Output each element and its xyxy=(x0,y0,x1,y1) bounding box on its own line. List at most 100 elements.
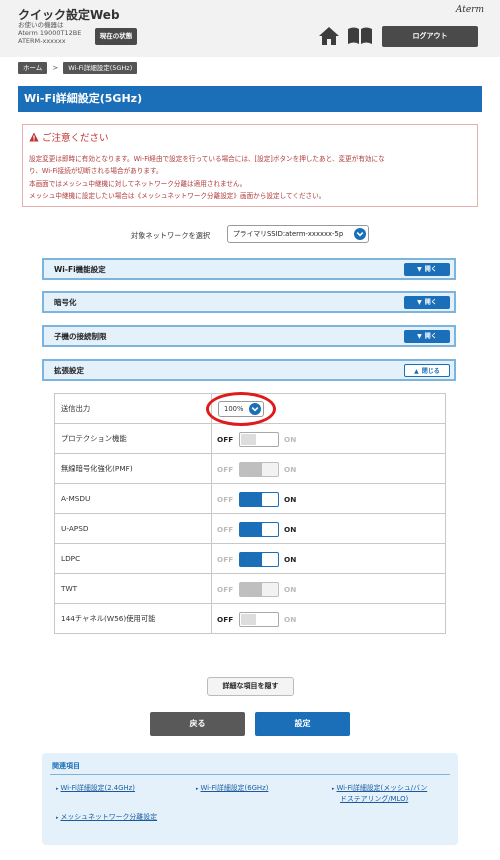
channel-144-switch[interactable]: OFF ON xyxy=(217,611,296,627)
button-label: 閉じる xyxy=(421,368,440,375)
switch-track[interactable] xyxy=(239,611,279,627)
amsdu-switch[interactable]: OFF ON xyxy=(217,491,296,507)
ldpc-switch[interactable]: OFF ON xyxy=(217,551,296,567)
switch-track[interactable] xyxy=(239,431,279,447)
section-label: 暗号化 xyxy=(54,298,77,307)
link-label: メッシュネットワーク分離設定 xyxy=(60,813,157,821)
bullet-icon: ▸ xyxy=(332,786,335,792)
button-label: 開く xyxy=(424,266,437,273)
book-icon[interactable] xyxy=(347,27,373,45)
twt-switch: OFF ON xyxy=(217,581,296,597)
setting-value: OFF ON xyxy=(211,603,446,634)
section-open-button[interactable]: ▼ 開く xyxy=(404,330,450,343)
bullet-icon: ▸ xyxy=(196,786,199,792)
highlight-ring xyxy=(206,392,276,426)
pmf-switch: OFF ON xyxy=(217,461,296,477)
caution-title: ご注意ください xyxy=(42,133,109,144)
switch-knob xyxy=(262,552,278,566)
table-row: 無線暗号化強化(PMF) OFF ON xyxy=(54,453,446,484)
aterm-logo: Aterm xyxy=(455,5,484,15)
chevron-down-icon xyxy=(354,228,366,240)
related-title: 関連項目 xyxy=(52,762,80,770)
link-wifi-24ghz[interactable]: ▸ Wi-Fi詳細設定(2.4GHz) xyxy=(56,783,135,794)
switch-knob xyxy=(241,433,256,445)
switch-off-label: OFF xyxy=(217,614,234,624)
switch-on-label: ON xyxy=(284,614,297,624)
setting-label: プロテクション機能 xyxy=(54,423,212,454)
link-wifi-6ghz[interactable]: ▸ Wi-Fi詳細設定(6GHz) xyxy=(196,783,268,794)
section-advanced[interactable]: 拡張設定 ▲ 閉じる xyxy=(42,359,456,381)
section-label: 子機の接続制限 xyxy=(54,332,107,341)
hide-details-button[interactable]: 詳細な項目を隠す xyxy=(207,677,294,696)
switch-on-label: ON xyxy=(284,464,297,474)
section-close-button[interactable]: ▲ 閉じる xyxy=(404,364,450,377)
setting-value: OFF ON xyxy=(211,513,446,544)
switch-on-label: ON xyxy=(284,524,297,534)
switch-off-label: OFF xyxy=(217,584,234,594)
logout-button[interactable]: ログアウト xyxy=(382,26,478,47)
section-open-button[interactable]: ▼ 開く xyxy=(404,296,450,309)
chevron-down-icon: ▼ xyxy=(417,299,422,306)
related-links-panel: 関連項目 ▸ Wi-Fi詳細設定(2.4GHz) ▸ Wi-Fi詳細設定(6GHz)… xyxy=(42,753,458,845)
setting-label: 送信出力 xyxy=(54,393,212,424)
link-wifi-mesh[interactable]: ▸ Wi-Fi詳細設定(メッシュ/バン ドステアリング/MLO) xyxy=(332,783,427,804)
breadcrumb-separator: > xyxy=(52,64,59,72)
top-header: クイック設定Web お使いの機器は Aterm 19000T12BE ATERM… xyxy=(0,0,500,57)
link-label: Wi-Fi詳細設定(メッシュ/バン xyxy=(336,784,428,792)
button-label: 開く xyxy=(424,333,437,340)
device-caption: お使いの機器は xyxy=(18,21,64,29)
advanced-settings-table: 送信出力 100% プロテクション機能 OFF ON 無線暗号化強化(PMF) … xyxy=(54,392,446,634)
caution-line: メッシュ中継機に設定したい場合は《メッシュネットワーク分離設定》画面から設定して… xyxy=(29,192,326,200)
switch-off-label: OFF xyxy=(217,434,234,444)
switch-on-label: ON xyxy=(284,494,297,504)
switch-on-label: ON xyxy=(284,434,297,444)
switch-track[interactable] xyxy=(239,521,279,537)
bullet-icon: ▸ xyxy=(56,815,59,821)
section-connection-limit[interactable]: 子機の接続制限 ▼ 開く xyxy=(42,325,456,347)
switch-on-label: ON xyxy=(284,554,297,564)
setting-value: 100% xyxy=(206,392,446,426)
caution-heading: ご注意ください xyxy=(29,130,109,144)
current-status-button[interactable]: 現在の状態 xyxy=(95,28,137,45)
home-icon[interactable] xyxy=(318,26,340,46)
link-label: Wi-Fi詳細設定(2.4GHz) xyxy=(60,784,135,792)
switch-track[interactable] xyxy=(239,491,279,507)
breadcrumb: ホーム > Wi-Fi詳細設定(5GHz) xyxy=(18,62,138,74)
switch-track[interactable] xyxy=(239,551,279,567)
link-mesh-isolation[interactable]: ▸ メッシュネットワーク分離設定 xyxy=(56,812,157,823)
link-label: ドステアリング/MLO) xyxy=(340,795,409,803)
switch-off-label: OFF xyxy=(217,464,234,474)
setting-value: OFF ON xyxy=(211,543,446,574)
table-row: U-APSD OFF ON xyxy=(54,513,446,544)
section-label: 拡張設定 xyxy=(54,366,84,375)
caution-line: り、Wi-Fi接続が切断される場合があります。 xyxy=(29,167,163,175)
setting-label: U-APSD xyxy=(54,513,212,544)
chevron-down-icon: ▼ xyxy=(417,266,422,273)
warning-icon xyxy=(29,132,39,142)
chevron-up-icon: ▲ xyxy=(414,368,419,375)
setting-value: OFF ON xyxy=(211,573,446,604)
switch-knob xyxy=(262,522,278,536)
switch-track xyxy=(239,461,279,477)
setting-value: OFF ON xyxy=(211,453,446,484)
breadcrumb-current: Wi-Fi詳細設定(5GHz) xyxy=(63,62,138,74)
table-row: プロテクション機能 OFF ON xyxy=(54,423,446,454)
section-encryption[interactable]: 暗号化 ▼ 開く xyxy=(42,291,456,313)
protection-switch[interactable]: OFF ON xyxy=(217,431,296,447)
table-row: 送信出力 100% xyxy=(54,392,446,426)
network-select[interactable]: プライマリSSID:aterm-xxxxxx-5p xyxy=(227,225,369,243)
section-wifi-function[interactable]: Wi-Fi機能設定 ▼ 開く xyxy=(42,258,456,280)
uapsd-switch[interactable]: OFF ON xyxy=(217,521,296,537)
back-button[interactable]: 戻る xyxy=(150,712,245,736)
network-select-label: 対象ネットワークを選択 xyxy=(131,231,211,240)
switch-knob xyxy=(262,582,278,596)
switch-knob xyxy=(262,462,278,476)
section-open-button[interactable]: ▼ 開く xyxy=(404,263,450,276)
breadcrumb-home[interactable]: ホーム xyxy=(18,62,48,74)
table-row: LDPC OFF ON xyxy=(54,543,446,574)
switch-on-label: ON xyxy=(284,584,297,594)
setting-label: LDPC xyxy=(54,543,212,574)
apply-button[interactable]: 設定 xyxy=(255,712,350,736)
caution-line: 本画面ではメッシュ中継機に対してネットワーク分離は適用されません。 xyxy=(29,180,247,188)
switch-off-label: OFF xyxy=(217,494,234,504)
